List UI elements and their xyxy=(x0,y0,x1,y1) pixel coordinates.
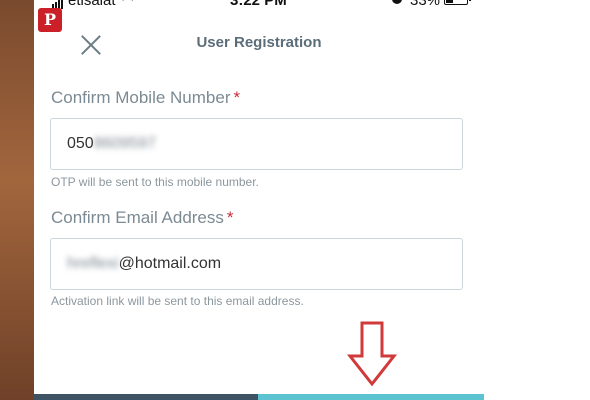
alarm-icon xyxy=(392,0,402,4)
required-marker: * xyxy=(233,88,241,107)
email-helper: Activation link will be sent to this ema… xyxy=(51,294,304,308)
email-input[interactable]: hreflexi@hotmail.com xyxy=(50,238,463,290)
page-title: User Registration xyxy=(196,34,322,51)
mobile-prefix: 050 xyxy=(67,135,94,152)
email-label: Confirm Email Address * xyxy=(51,208,234,228)
mobile-label-text: Confirm Mobile Number xyxy=(51,88,231,107)
email-label-text: Confirm Email Address xyxy=(51,208,224,227)
mobile-label: Confirm Mobile Number * xyxy=(51,88,240,108)
email-domain: @hotmail.com xyxy=(118,255,222,272)
status-time: 3:22 PM xyxy=(230,0,287,9)
next-button[interactable] xyxy=(258,394,484,400)
mobile-masked: 8609597 xyxy=(93,135,156,152)
mobile-number-value: 0508609597 xyxy=(67,135,156,153)
wifi-icon: ◠ xyxy=(122,0,133,8)
back-button[interactable] xyxy=(34,394,258,400)
battery-percent: 33% xyxy=(410,0,441,9)
required-marker: * xyxy=(226,208,234,227)
background-wood-strip xyxy=(0,0,34,400)
pinterest-icon[interactable]: P xyxy=(38,8,62,32)
email-masked: hreflexi xyxy=(67,255,119,272)
down-arrow-icon xyxy=(347,321,397,387)
carrier-name: etisalat xyxy=(68,0,116,9)
mobile-number-input[interactable]: 0508609597 xyxy=(50,118,463,170)
carrier: etisalat xyxy=(52,0,116,9)
status-bar: etisalat ◠ 3:22 PM 33% xyxy=(34,0,484,9)
email-value: hreflexi@hotmail.com xyxy=(67,255,221,273)
mobile-helper: OTP will be sent to this mobile number. xyxy=(51,175,259,189)
battery-icon xyxy=(444,0,471,5)
phone-screen: etisalat ◠ 3:22 PM 33% User Registration… xyxy=(34,0,484,400)
